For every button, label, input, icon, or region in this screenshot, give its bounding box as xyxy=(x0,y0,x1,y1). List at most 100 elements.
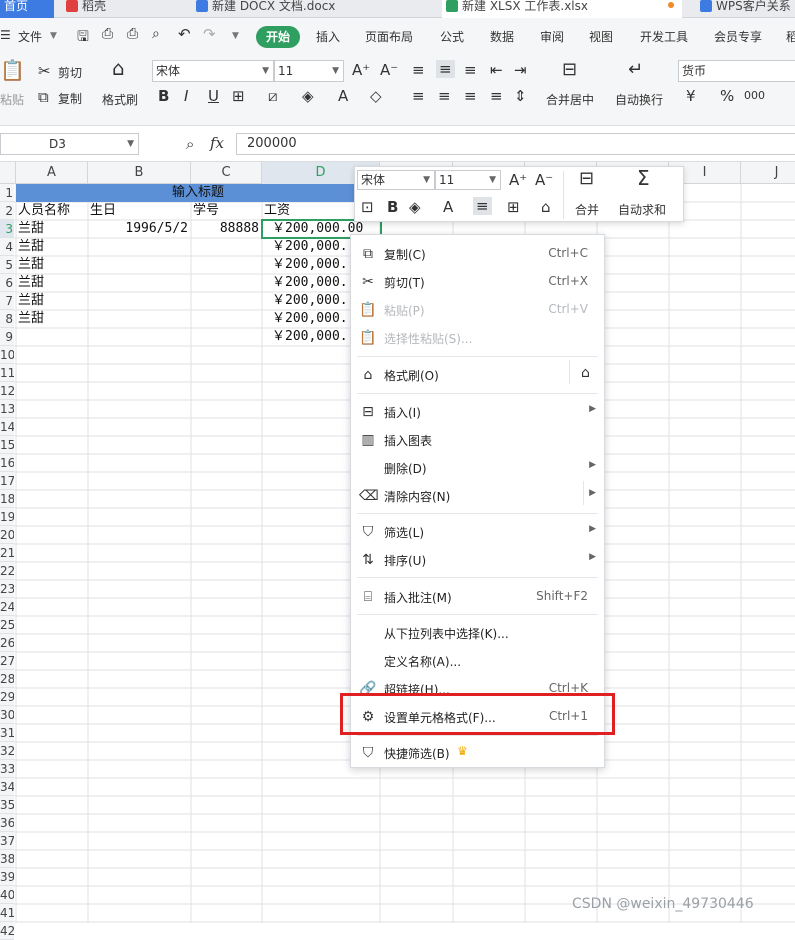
fill-color-icon[interactable]: ◈ xyxy=(409,199,421,215)
align-top-icon[interactable]: ≡ xyxy=(412,62,425,78)
menu-developer[interactable]: 开发工具 xyxy=(640,28,688,45)
row-header[interactable]: 41 xyxy=(0,904,14,922)
font-color-icon[interactable]: A xyxy=(338,88,348,104)
row-header[interactable]: 27 xyxy=(0,652,14,670)
merge-center-button[interactable]: 合并居中 xyxy=(546,91,594,108)
row-header[interactable]: 34 xyxy=(0,778,14,796)
undo-icon[interactable]: ↶ xyxy=(178,25,191,43)
menu-start[interactable]: 开始 xyxy=(256,26,300,48)
menu-item-format-painter[interactable]: ⌂ 格式刷(O) ⌂ xyxy=(351,360,604,388)
paste-icon[interactable]: 📋 xyxy=(0,60,25,80)
indent-increase-icon[interactable]: ⇥ xyxy=(514,62,527,78)
redo-icon[interactable]: ↷ xyxy=(203,25,216,43)
row-header[interactable]: 16 xyxy=(0,454,14,472)
fx-icon[interactable]: fx xyxy=(210,135,224,151)
menu-formulas[interactable]: 公式 xyxy=(440,28,464,45)
name-cell[interactable]: 兰甜 xyxy=(18,274,88,292)
menu-page-layout[interactable]: 页面布局 xyxy=(365,28,413,45)
row-header[interactable]: 23 xyxy=(0,580,14,598)
fill-color-icon[interactable]: ◈ xyxy=(302,88,314,104)
salary-cell[interactable]: ￥200,000. xyxy=(272,292,350,310)
merge-button[interactable]: 合并 xyxy=(575,201,599,218)
row-header[interactable]: 7 xyxy=(0,292,14,310)
italic-icon[interactable]: I xyxy=(184,88,188,104)
menu-view[interactable]: 视图 xyxy=(589,28,613,45)
menu-item-paste[interactable]: 📋 粘贴(P) Ctrl+V xyxy=(351,297,604,323)
tab-home[interactable]: 首页 xyxy=(0,0,54,18)
cell-select-icon[interactable]: ⊡ xyxy=(361,199,374,215)
menu-item-define-name[interactable]: 定义名称(A)... xyxy=(351,648,604,674)
row-header[interactable]: 1 xyxy=(0,184,14,202)
align-left-icon[interactable]: ≡ xyxy=(412,88,425,104)
menu-item-pick-from-list[interactable]: 从下拉列表中选择(K)... xyxy=(351,620,604,646)
salary-cell[interactable]: ￥200,000. xyxy=(272,238,350,256)
cut-button[interactable]: 剪切 xyxy=(58,64,82,81)
decrease-font-icon[interactable]: A⁻ xyxy=(380,62,398,78)
name-cell[interactable]: 兰甜 xyxy=(18,256,88,274)
header-student-id-cell[interactable]: 学号 xyxy=(193,202,261,220)
tab-docx[interactable]: 新建 DOCX 文档.docx xyxy=(192,0,432,18)
save-icon[interactable]: 🖫 xyxy=(77,26,89,50)
format-painter-icon[interactable]: ⌂ xyxy=(541,199,551,215)
column-header-a[interactable]: A xyxy=(16,162,88,184)
row-header[interactable]: 3 xyxy=(0,220,14,238)
salary-cell[interactable]: ￥200,000. xyxy=(272,256,350,274)
underline-icon[interactable]: U xyxy=(208,88,219,104)
align-right-icon[interactable]: ≡ xyxy=(464,88,477,104)
menu-item-quick-filter[interactable]: ⛉ 快捷筛选(B) ♛ xyxy=(351,740,604,766)
row-header[interactable]: 12 xyxy=(0,382,14,400)
row-header[interactable]: 9 xyxy=(0,328,14,346)
align-middle-icon[interactable]: ≡ xyxy=(473,197,492,215)
menu-item-delete[interactable]: 删除(D) ▶ xyxy=(351,455,604,481)
tab-crm[interactable]: WPS客户关系 xyxy=(696,0,795,18)
row-header[interactable]: 25 xyxy=(0,616,14,634)
row-header[interactable]: 33 xyxy=(0,760,14,778)
print-preview-icon[interactable]: ⌕ xyxy=(152,26,160,42)
birthday-cell[interactable]: 1996/5/2 xyxy=(90,220,190,238)
row-header[interactable]: 8 xyxy=(0,310,14,328)
menu-item-insert-chart[interactable]: ▥ 插入图表 xyxy=(351,427,604,453)
paste-button[interactable]: 粘贴 xyxy=(0,91,24,108)
menu-data[interactable]: 数据 xyxy=(490,28,514,45)
row-header[interactable]: 14 xyxy=(0,418,14,436)
wrap-text-button[interactable]: 自动换行 xyxy=(615,91,663,108)
merge-icon[interactable]: ⊟ xyxy=(579,170,594,188)
border-icon[interactable]: ⊞ xyxy=(232,88,245,104)
hamburger-icon[interactable]: ☰ xyxy=(0,28,11,42)
number-format-select[interactable]: 货币 xyxy=(678,60,795,82)
name-cell[interactable]: 兰甜 xyxy=(18,238,88,256)
row-header[interactable]: 4 xyxy=(0,238,14,256)
quick-access-dropdown-icon[interactable]: ▼ xyxy=(232,31,239,41)
tab-docer[interactable]: 稻壳 xyxy=(62,0,184,18)
comma-format-button[interactable]: 000 xyxy=(744,88,765,104)
font-name-select[interactable]: 宋体 ▼ xyxy=(152,60,274,82)
select-all-corner[interactable] xyxy=(0,162,16,184)
mini-font-name-select[interactable]: 宋体 ▼ xyxy=(357,170,435,190)
copy-button[interactable]: 复制 xyxy=(58,90,82,107)
menu-insert[interactable]: 插入 xyxy=(316,28,340,45)
percent-format-button[interactable]: % xyxy=(720,88,734,104)
salary-cell[interactable]: ￥200,000. xyxy=(272,310,350,328)
mini-font-size-select[interactable]: 11 ▼ xyxy=(435,170,501,190)
justify-icon[interactable]: ≡ xyxy=(490,88,503,104)
increase-font-icon[interactable]: A⁺ xyxy=(352,62,370,78)
menu-item-clear-contents[interactable]: ⌫ 清除内容(N) ▶ xyxy=(351,481,604,509)
format-painter-button[interactable]: 格式刷 xyxy=(102,91,138,108)
column-header-j[interactable]: J xyxy=(741,162,795,184)
zoom-search-icon[interactable]: ⌕ xyxy=(186,136,194,152)
menu-file[interactable]: 文件 xyxy=(18,28,42,45)
increase-font-icon[interactable]: A⁺ xyxy=(509,172,527,188)
name-box[interactable]: D3 ▼ xyxy=(0,133,139,155)
row-header[interactable]: 32 xyxy=(0,742,14,760)
row-header[interactable]: 31 xyxy=(0,724,14,742)
row-header[interactable]: 39 xyxy=(0,868,14,886)
row-header[interactable]: 38 xyxy=(0,850,14,868)
salary-cell[interactable]: ￥200,000. xyxy=(272,274,350,292)
menu-item-copy[interactable]: ⧉ 复制(C) Ctrl+C xyxy=(351,241,604,267)
align-middle-icon[interactable]: ≡ xyxy=(436,60,455,78)
copy-icon[interactable]: ⧉ xyxy=(38,89,49,105)
font-color-icon[interactable]: A xyxy=(443,199,453,215)
row-header[interactable]: 17 xyxy=(0,472,14,490)
merged-title-cell[interactable]: 输入标题 xyxy=(16,184,380,202)
name-cell[interactable]: 兰甜 xyxy=(18,310,88,328)
